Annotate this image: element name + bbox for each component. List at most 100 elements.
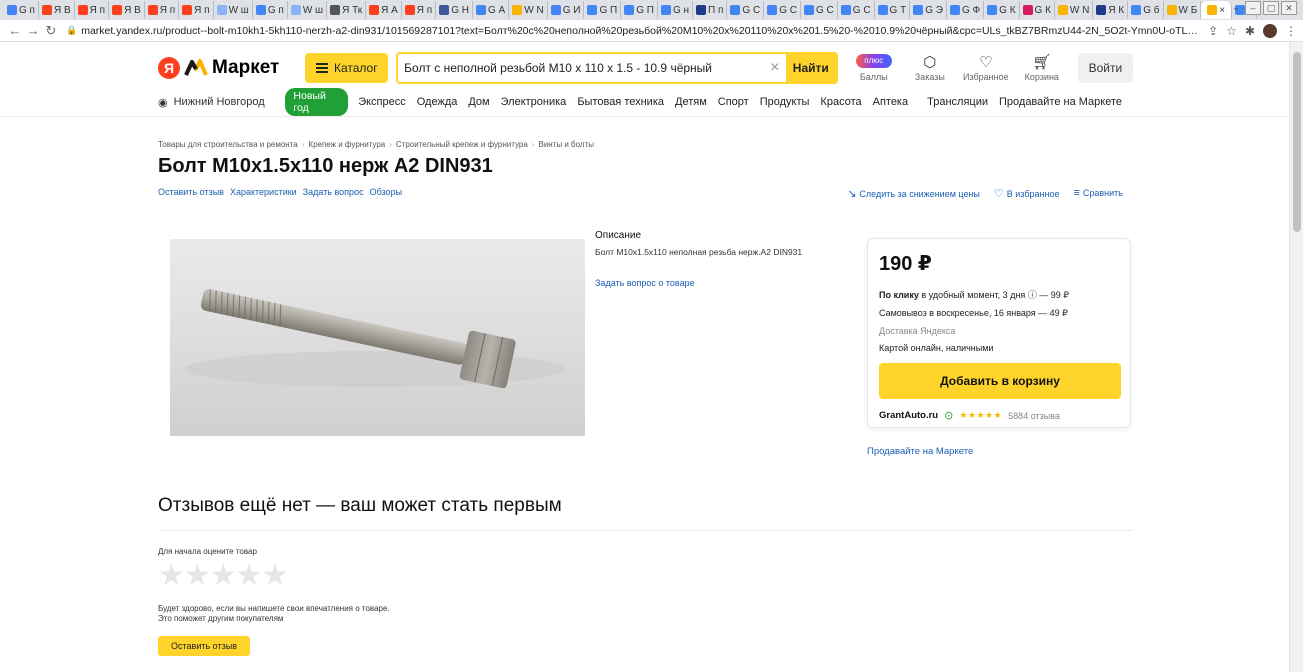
lock-icon[interactable]: 🔒 (66, 25, 77, 36)
search-button[interactable]: Найти (785, 54, 836, 82)
browser-tab[interactable]: G К (1020, 1, 1055, 19)
browser-tab[interactable]: G Ф (947, 1, 985, 19)
browser-tab[interactable]: G П (584, 1, 622, 19)
browser-tab[interactable]: W ш (288, 1, 328, 19)
nav-item[interactable]: Дом (468, 96, 489, 108)
new-year-promo[interactable]: Новый год (285, 88, 349, 116)
tab-title: G Т (889, 4, 907, 16)
browser-tab[interactable]: G С (727, 1, 765, 19)
leave-review-button[interactable]: Оставить отзыв (158, 636, 250, 656)
browser-tab[interactable]: Я В (109, 1, 145, 19)
seller-name[interactable]: GrantAuto.ru (879, 410, 938, 421)
browser-tab[interactable]: G П (621, 1, 658, 19)
market-logo[interactable]: Я Маркет (158, 57, 279, 79)
track-price-link[interactable]: ↘ Следить за снижением цены (847, 187, 980, 200)
plus-points-button[interactable]: плюс Баллы (852, 54, 896, 82)
close-window-button[interactable]: ✕ (1281, 1, 1297, 15)
nav-item[interactable]: Аптека (873, 96, 909, 108)
browser-tab[interactable]: G К (984, 1, 1020, 19)
browser-tab[interactable]: Я п (402, 1, 437, 19)
browser-tab[interactable]: G Т (875, 1, 911, 19)
breadcrumb-item[interactable]: Строительный крепеж и фурнитура (396, 140, 528, 149)
scrollbar[interactable] (1289, 42, 1303, 672)
browser-tab[interactable]: G б (1128, 1, 1164, 19)
compare-label: Сравнить (1082, 188, 1123, 198)
nav-item[interactable]: Экспресс (358, 96, 406, 108)
ask-question-link[interactable]: Задать вопрос о товаре (595, 278, 695, 288)
browser-tab[interactable]: G И (548, 1, 585, 19)
seller-reviews-count[interactable]: 5884 отзыва (1008, 411, 1060, 421)
nav-sell-on-market[interactable]: Продавайте на Маркете (999, 96, 1122, 108)
browser-tab[interactable]: G п (4, 1, 39, 19)
browser-tab[interactable]: W Б (1164, 1, 1202, 19)
browser-tab[interactable]: Я п (75, 1, 110, 19)
browser-tab-active[interactable]: × (1201, 1, 1233, 19)
browser-tab[interactable]: W N (509, 1, 548, 19)
compare-link[interactable]: ≡ Сравнить (1073, 187, 1123, 200)
nav-translations[interactable]: Трансляции (927, 96, 988, 108)
browser-tab[interactable]: Я п (145, 1, 180, 19)
orders-button[interactable]: ⬡ Заказы (908, 54, 952, 82)
nav-item[interactable]: Спорт (718, 96, 749, 108)
back-icon[interactable]: ← (6, 23, 24, 38)
reload-icon[interactable]: ↻ (42, 23, 60, 39)
browser-tab[interactable]: Я А (366, 1, 402, 19)
browser-tab[interactable]: П п (693, 1, 728, 19)
share-icon[interactable]: ⇪ (1208, 24, 1218, 38)
browser-tab[interactable]: G С (764, 1, 801, 19)
browser-tab[interactable]: Я п (179, 1, 214, 19)
breadcrumb-item[interactable]: Товары для строительства и ремонта (158, 140, 298, 149)
city-selector[interactable]: ◉ Нижний Новгород (158, 96, 285, 109)
cart-button[interactable]: 🛒︎ Корзина (1020, 54, 1064, 82)
extensions-icon[interactable]: ✱ (1245, 24, 1255, 38)
city-name: Нижний Новгород (173, 96, 265, 108)
maximize-button[interactable]: ▢ (1263, 1, 1279, 15)
add-to-favorites-link[interactable]: ♡ В избранное (994, 187, 1060, 200)
browser-tab[interactable]: G н (658, 1, 694, 19)
browser-tab[interactable]: G С (801, 1, 838, 19)
product-image[interactable] (170, 239, 585, 436)
search-input[interactable] (398, 61, 764, 75)
browser-tab[interactable]: G А (473, 1, 510, 19)
scrollbar-thumb[interactable] (1293, 52, 1301, 232)
nav-item[interactable]: Одежда (417, 96, 458, 108)
login-button[interactable]: Войти (1077, 53, 1133, 83)
product-subnav-link[interactable]: Обзоры (370, 187, 402, 197)
product-subnav-link[interactable]: Характеристики (230, 187, 297, 197)
browser-tab[interactable]: W ш (214, 1, 253, 19)
nav-item[interactable]: Продукты (760, 96, 810, 108)
tab-title: W N (524, 4, 544, 16)
bookmark-star-icon[interactable]: ☆ (1226, 24, 1237, 38)
rating-stars-input[interactable]: ★★★★★ (158, 558, 288, 593)
menu-kebab-icon[interactable]: ⋮ (1285, 24, 1297, 38)
browser-tab[interactable]: W N (1055, 1, 1094, 19)
browser-tab[interactable]: Я Тк (327, 1, 367, 19)
nav-item[interactable]: Электроника (501, 96, 567, 108)
product-subnav-link[interactable]: Задать вопрос (303, 187, 364, 197)
nav-item[interactable]: Детям (675, 96, 707, 108)
orders-label: Заказы (914, 72, 945, 82)
tab-close-icon[interactable]: × (1219, 5, 1225, 16)
sell-on-market-link[interactable]: Продавайте на Маркете (867, 446, 973, 457)
browser-tab[interactable]: Я К (1093, 1, 1129, 19)
nav-item[interactable]: Красота (820, 96, 861, 108)
url-field[interactable]: market.yandex.ru/product--bolt-m10kh1-5k… (81, 25, 1200, 37)
catalog-button[interactable]: Каталог (305, 53, 389, 83)
delivery-click: По клику в удобный момент, 3 дня ⓘ — 99 … (879, 288, 1119, 301)
profile-avatar[interactable] (1263, 23, 1277, 38)
browser-tab[interactable]: G п (253, 1, 288, 19)
forward-icon[interactable]: → (24, 23, 42, 38)
minimize-button[interactable]: – (1245, 1, 1261, 15)
favorites-button[interactable]: ♡ Избранное (963, 54, 1009, 82)
nav-item[interactable]: Бытовая техника (577, 96, 664, 108)
browser-tab[interactable]: G Н (436, 1, 473, 19)
add-to-cart-button[interactable]: Добавить в корзину (879, 363, 1121, 399)
browser-tab[interactable]: G С (838, 1, 875, 19)
tab-search-icon[interactable]: ⌄ (1229, 1, 1243, 15)
clear-search-icon[interactable]: × (764, 59, 786, 77)
breadcrumb-item[interactable]: Винты и болты (539, 140, 595, 149)
breadcrumb-item[interactable]: Крепеж и фурнитура (308, 140, 385, 149)
product-subnav-link[interactable]: Оставить отзыв (158, 187, 224, 197)
browser-tab[interactable]: Я В (39, 1, 75, 19)
browser-tab[interactable]: G Э (910, 1, 947, 19)
